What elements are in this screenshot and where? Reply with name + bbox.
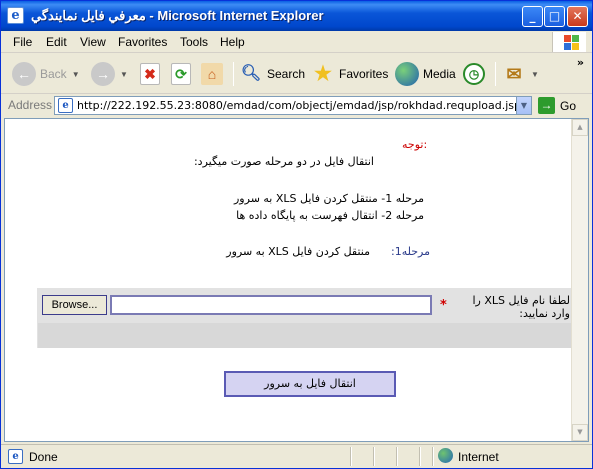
upload-form: Browse... * لطفا نام فايل XLS را وارد نم… — [37, 288, 574, 348]
chevron-down-icon: ▼ — [71, 69, 80, 79]
menu-bar: File Edit View Favorites Tools Help — [1, 31, 592, 53]
stop-button[interactable]: ✖ — [140, 60, 160, 88]
current-step-text: منتقل کردن فايل XLS به سرور — [226, 245, 370, 258]
status-divider — [350, 447, 352, 466]
history-button[interactable]: ◷ — [463, 60, 485, 88]
search-icon: 🔍︎ — [240, 65, 262, 82]
notice-intro: انتقال فايل در دو مرحله صورت ميگيرد: — [193, 155, 374, 168]
forward-button[interactable]: → ▼ — [91, 60, 128, 88]
title-bar[interactable]: e معرفي فايل نمايندگي - Microsoft Intern… — [1, 1, 592, 31]
address-dropdown-icon[interactable]: ▼ — [516, 97, 531, 114]
ie-logo-icon: e — [7, 7, 24, 24]
status-text: Done — [29, 450, 58, 464]
address-label: Address — [8, 98, 53, 112]
toolbar-separator — [233, 62, 234, 86]
chevron-down-icon: ▼ — [531, 69, 539, 79]
status-divider — [396, 447, 398, 466]
status-bar: e Done Internet — [1, 444, 592, 468]
notice-title: توجه: — [402, 138, 428, 151]
status-divider — [373, 447, 375, 466]
current-step-label: مرحله1: — [390, 245, 430, 258]
required-indicator: * — [440, 298, 447, 313]
page-done-icon: e — [8, 449, 23, 464]
menu-edit[interactable]: Edit — [46, 35, 67, 49]
favorites-button[interactable]: ★ Favorites — [311, 60, 388, 88]
go-arrow-icon: → — [538, 97, 555, 114]
star-icon: ★ — [314, 63, 332, 85]
history-clock-icon: ◷ — [463, 63, 485, 85]
address-url[interactable]: http://222.192.55.23:8080/emdad/com/obje… — [77, 99, 521, 112]
mail-envelope-icon: ✉ — [506, 64, 522, 84]
media-button[interactable]: Media — [395, 60, 456, 88]
file-field-label: لطفا نام فايل XLS را وارد نماييد: — [472, 294, 570, 320]
step-2-text: مرحله 2- انتقال فهرست به پايگاه داده ها — [236, 209, 424, 222]
browser-window: e معرفي فايل نمايندگي - Microsoft Intern… — [0, 0, 593, 469]
status-divider — [432, 447, 434, 466]
status-divider — [419, 447, 421, 466]
home-icon: ⌂ — [201, 63, 223, 85]
chevron-down-icon: ▼ — [120, 69, 128, 79]
search-button[interactable]: 🔍︎ Search — [239, 60, 305, 88]
security-zone-text: Internet — [458, 450, 499, 464]
menu-view[interactable]: View — [80, 35, 106, 49]
refresh-icon: ⟳ — [171, 63, 191, 85]
menu-file[interactable]: File — [13, 35, 32, 49]
minimize-button[interactable]: _ — [522, 6, 543, 27]
address-input[interactable]: e http://222.192.55.23:8080/emdad/com/ob… — [54, 96, 532, 115]
menu-favorites[interactable]: Favorites — [118, 35, 167, 49]
internet-zone-icon — [438, 448, 453, 463]
back-button[interactable]: ← Back ▼ — [12, 60, 80, 88]
windows-logo-icon — [552, 32, 586, 52]
menu-help[interactable]: Help — [220, 35, 245, 49]
refresh-button[interactable]: ⟳ — [171, 60, 191, 88]
close-button[interactable]: ✕ — [567, 6, 588, 27]
file-path-input[interactable] — [110, 295, 432, 315]
toolbar-overflow-chevron[interactable]: » — [577, 56, 584, 69]
browse-button[interactable]: Browse... — [42, 295, 107, 315]
window-title: معرفي فايل نمايندگي - Microsoft Internet… — [31, 8, 324, 23]
mail-button[interactable]: ✉ ▼ — [502, 60, 539, 88]
media-globe-icon — [395, 62, 419, 86]
upload-submit-button[interactable]: انتقال فايل به سرور — [224, 371, 396, 397]
form-footer-band — [38, 323, 573, 348]
maximize-button[interactable]: □ — [544, 6, 565, 27]
step-1-text: مرحله 1- منتقل کردن فايل XLS به سرور — [234, 192, 424, 205]
page-viewport: توجه: انتقال فايل در دو مرحله صورت ميگير… — [4, 118, 589, 442]
page-icon: e — [58, 98, 73, 113]
back-arrow-icon: ← — [12, 62, 36, 86]
stop-icon: ✖ — [140, 63, 160, 85]
home-button[interactable]: ⌂ — [201, 60, 223, 88]
menu-tools[interactable]: Tools — [180, 35, 208, 49]
go-button[interactable]: → Go — [538, 97, 576, 114]
toolbar: ← Back ▼ → ▼ ✖ ⟳ ⌂ 🔍︎ Search ★ Favorites… — [1, 54, 592, 94]
scroll-up-icon[interactable]: ▲ — [572, 119, 588, 136]
scroll-down-icon[interactable]: ▼ — [572, 424, 588, 441]
forward-arrow-icon: → — [91, 62, 115, 86]
address-bar: Address e http://222.192.55.23:8080/emda… — [1, 95, 592, 117]
toolbar-separator — [495, 62, 496, 86]
vertical-scrollbar[interactable]: ▲ ▼ — [571, 119, 588, 441]
